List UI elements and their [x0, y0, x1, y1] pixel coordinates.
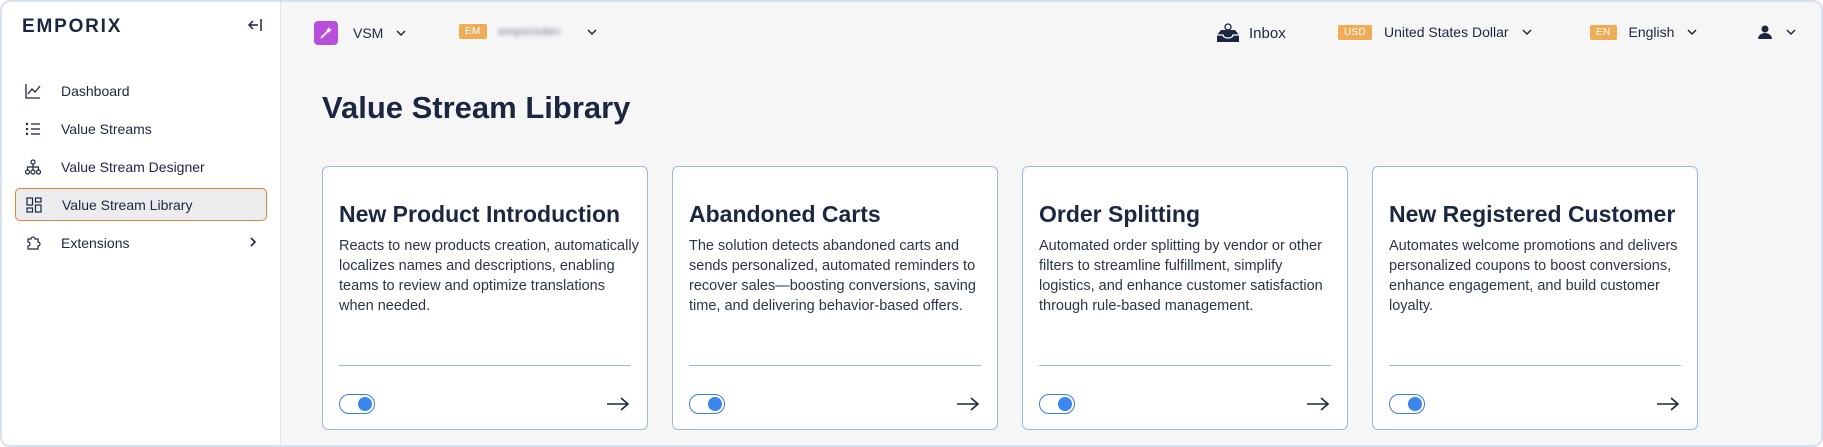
card-description: Automated order splitting by vendor or o… — [1039, 238, 1323, 314]
enable-toggle[interactable] — [1039, 394, 1075, 414]
card-description: The solution detects abandoned carts and… — [689, 238, 976, 314]
inbox-label: Inbox — [1249, 24, 1286, 42]
app-switcher[interactable]: VSM — [314, 21, 407, 45]
toggle-knob — [358, 396, 372, 411]
sidebar-item-label: Extensions — [61, 234, 130, 251]
page-title: Value Stream Library — [322, 90, 631, 125]
card-description: Reacts to new products creation, automat… — [339, 238, 639, 314]
currency-selector[interactable]: USD United States Dollar — [1338, 24, 1533, 40]
card-divider — [1389, 365, 1681, 366]
sidebar-item-label: Value Stream Designer — [61, 158, 205, 175]
top-bar: VSM EM emporixdev Inbox USD United State… — [282, 2, 1821, 64]
inbox-button[interactable]: Inbox — [1215, 22, 1286, 44]
chart-line-icon — [24, 82, 42, 100]
chevron-right-icon — [250, 237, 257, 247]
currency-label: United States Dollar — [1384, 24, 1509, 40]
sidebar-item-value-streams[interactable]: Value Streams — [15, 112, 267, 145]
sidebar-item-value-stream-designer[interactable]: Value Stream Designer — [15, 150, 267, 183]
chevron-down-icon — [1522, 29, 1532, 36]
sidebar-item-extensions[interactable]: Extensions — [15, 226, 267, 259]
language-selector[interactable]: EN English — [1590, 24, 1698, 40]
enable-toggle[interactable] — [689, 394, 725, 414]
value-stream-card[interactable]: Order Splitting Automated order splittin… — [1022, 166, 1348, 430]
collapse-sidebar-icon[interactable] — [246, 16, 264, 34]
toggle-knob — [1058, 396, 1072, 411]
chevron-down-icon — [1786, 29, 1796, 36]
arrow-right-icon[interactable] — [1305, 395, 1331, 413]
arrow-right-icon[interactable] — [605, 395, 631, 413]
puzzle-icon — [24, 234, 42, 252]
sidebar-item-label: Value Streams — [61, 120, 152, 137]
list-icon — [24, 120, 42, 138]
card-divider — [1039, 365, 1331, 366]
enable-toggle[interactable] — [339, 394, 375, 414]
chevron-down-icon — [587, 28, 597, 35]
card-divider — [689, 365, 981, 366]
arrow-right-icon[interactable] — [1655, 395, 1681, 413]
user-icon — [1758, 25, 1772, 39]
sidebar-item-dashboard[interactable]: Dashboard — [15, 74, 267, 107]
sidebar-item-label: Dashboard — [61, 82, 130, 99]
card-title: Abandoned Carts — [689, 201, 881, 227]
app-window: EMPORIX Dashboard Value Streams Value St… — [0, 0, 1823, 447]
hierarchy-icon — [24, 158, 42, 176]
card-title: Order Splitting — [1039, 201, 1200, 227]
tenant-selector[interactable]: EM emporixdev — [459, 24, 598, 39]
card-title: New Product Introduction — [339, 201, 621, 227]
language-badge: EN — [1590, 24, 1617, 40]
arrow-right-icon[interactable] — [955, 395, 981, 413]
card-description: Automates welcome promotions and deliver… — [1389, 238, 1678, 314]
card-title: New Registered Customer — [1389, 201, 1676, 227]
magic-wand-icon — [314, 21, 338, 45]
sidebar-item-label: Value Stream Library — [62, 196, 193, 213]
sidebar-item-value-stream-library[interactable]: Value Stream Library — [15, 188, 267, 221]
inbox-icon — [1217, 23, 1239, 42]
value-stream-card[interactable]: Abandoned Carts The solution detects aba… — [672, 166, 998, 430]
sidebar-nav: Dashboard Value Streams Value Stream Des… — [15, 74, 267, 264]
sidebar: EMPORIX Dashboard Value Streams Value St… — [2, 2, 281, 445]
value-stream-card[interactable]: New Registered Customer Automates welcom… — [1372, 166, 1698, 430]
tenant-name: emporixdev — [498, 25, 561, 38]
enable-toggle[interactable] — [1389, 394, 1425, 414]
toggle-knob — [708, 396, 722, 411]
chevron-down-icon — [396, 30, 406, 37]
card-divider — [339, 365, 631, 366]
emporix-logo: EMPORIX — [22, 16, 123, 37]
tenant-badge: EM — [459, 24, 487, 39]
user-menu[interactable] — [1757, 24, 1797, 40]
value-stream-card[interactable]: New Product Introduction Reacts to new p… — [322, 166, 648, 430]
currency-badge: USD — [1338, 24, 1373, 40]
language-label: English — [1628, 24, 1675, 40]
grid-icon — [25, 196, 43, 214]
chevron-down-icon — [1687, 29, 1697, 36]
toggle-knob — [1408, 396, 1422, 411]
app-switcher-label: VSM — [353, 25, 384, 41]
